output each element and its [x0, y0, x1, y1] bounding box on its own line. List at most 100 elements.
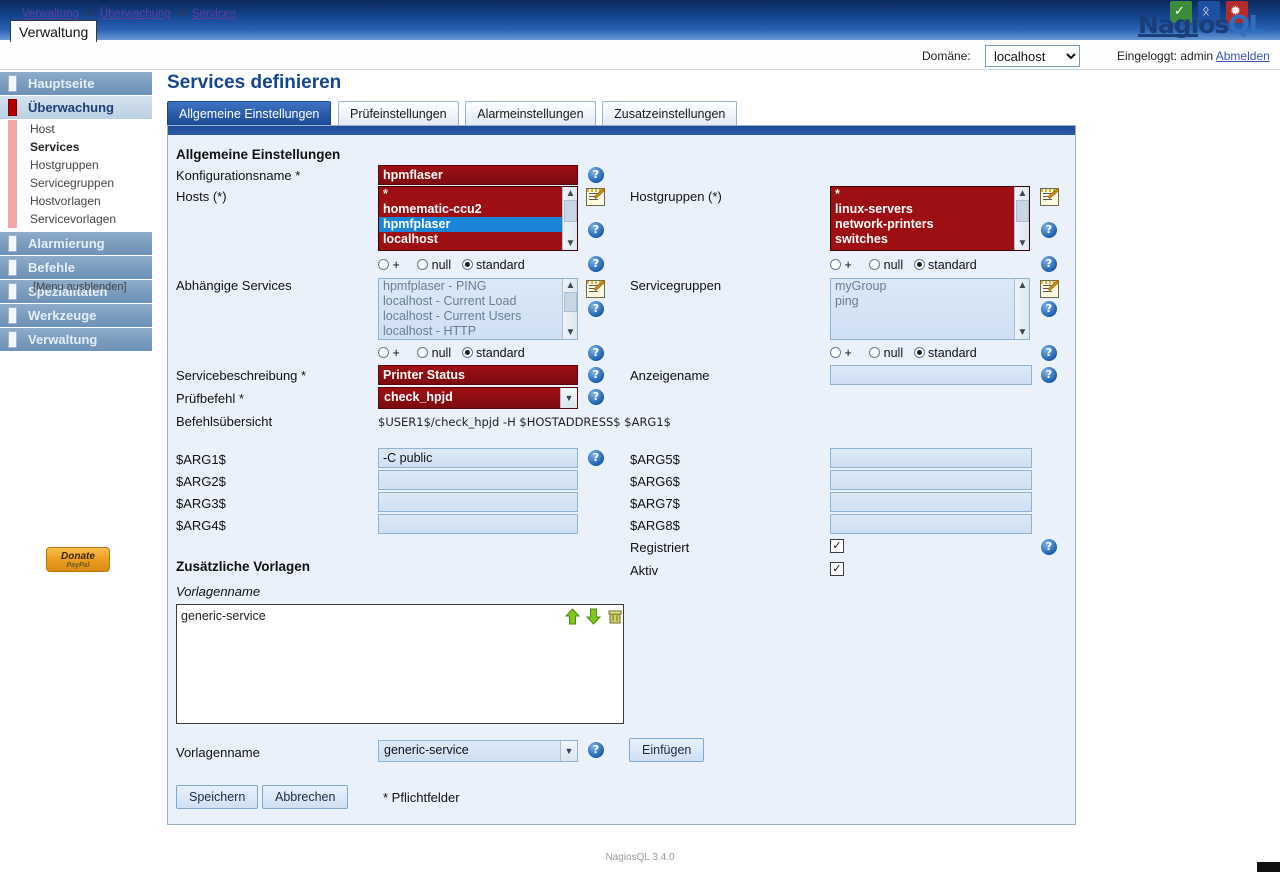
hostgroups-listbox[interactable]: * linux-servers network-printers switche…	[830, 186, 1030, 251]
arg3-input[interactable]	[378, 492, 578, 512]
help-icon-servicegroups[interactable]: ?	[1041, 301, 1057, 317]
edit-hosts-icon[interactable]	[586, 188, 605, 206]
edit-servicegroups-icon[interactable]	[1040, 280, 1059, 298]
breadcrumb-item-0[interactable]: Verwaltung	[22, 8, 79, 20]
scroll-up-icon[interactable]: ▲	[565, 280, 576, 291]
move-down-icon[interactable]	[586, 608, 601, 625]
check-command-select[interactable]: check_hpjd ▼	[378, 387, 578, 409]
hostgroups-option-0[interactable]: *	[831, 187, 1029, 202]
hide-menu-link[interactable]: [Menu ausblenden]	[33, 281, 127, 293]
breadcrumb-item-1[interactable]: Überwachung	[100, 8, 171, 20]
dependent-option-3[interactable]: localhost - HTTP	[379, 324, 577, 339]
dependent-services-listbox[interactable]: hpmfplaser - PING localhost - Current Lo…	[378, 278, 578, 340]
sidebar-item-ueberwachung[interactable]: Überwachung	[0, 96, 152, 119]
window-tab[interactable]: Verwaltung	[10, 20, 97, 42]
help-icon-hostgroups[interactable]: ?	[1041, 222, 1057, 238]
delete-template-icon[interactable]	[607, 609, 623, 625]
sidebar-item-servicegruppen[interactable]: Servicegruppen	[0, 174, 152, 192]
arg6-input[interactable]	[830, 470, 1032, 490]
dependent-option-1[interactable]: localhost - Current Load	[379, 294, 577, 309]
tab-allgemeine-einstellungen[interactable]: Allgemeine Einstellungen	[167, 101, 331, 125]
scrollbar-thumb[interactable]	[564, 292, 577, 312]
sidebar-item-verwaltung[interactable]: Verwaltung	[0, 328, 152, 351]
sidebar-item-services[interactable]: Services	[0, 138, 152, 156]
arg5-input[interactable]	[830, 448, 1032, 468]
einfuegen-button[interactable]: Einfügen	[629, 738, 704, 762]
help-icon-arg1[interactable]: ?	[588, 450, 604, 466]
scroll-up-icon[interactable]: ▲	[1017, 280, 1028, 291]
move-up-icon[interactable]	[565, 608, 580, 625]
arg8-input[interactable]	[830, 514, 1032, 534]
scroll-down-icon[interactable]: ▼	[565, 238, 576, 249]
config-name-input[interactable]	[378, 165, 578, 185]
breadcrumb-item-2[interactable]: Services	[192, 8, 236, 20]
help-icon-check-command[interactable]: ?	[588, 389, 604, 405]
scrollbar-thumb[interactable]	[1016, 200, 1029, 222]
domain-select[interactable]: localhost	[985, 45, 1080, 67]
radio-plus-hosts[interactable]	[378, 259, 389, 270]
servicegroups-listbox[interactable]: myGroup ping ▲ ▼	[830, 278, 1030, 340]
hosts-listbox-scrollbar[interactable]: ▲ ▼	[562, 187, 577, 250]
help-icon-hosts[interactable]: ?	[588, 222, 604, 238]
scroll-down-icon[interactable]: ▼	[565, 327, 576, 338]
radio-null-hosts[interactable]	[417, 259, 428, 270]
hosts-option-3[interactable]: localhost	[379, 232, 577, 247]
hostgroups-option-2[interactable]: network-printers	[831, 217, 1029, 232]
hosts-mode-radiogroup[interactable]: + null standard	[378, 258, 525, 272]
help-icon-registriert[interactable]: ?	[1041, 539, 1057, 555]
donate-paypal-button[interactable]: Donate PayPal	[46, 547, 110, 572]
radio-plus-hostgroups[interactable]	[830, 259, 841, 270]
radio-standard-dependent[interactable]	[462, 347, 473, 358]
hosts-option-1[interactable]: homematic-ccu2	[379, 202, 577, 217]
radio-plus-dependent[interactable]	[378, 347, 389, 358]
sidebar-item-alarmierung[interactable]: Alarmierung	[0, 232, 152, 255]
scroll-up-icon[interactable]: ▲	[1017, 188, 1028, 199]
help-icon-hosts-mode[interactable]: ?	[588, 256, 604, 272]
help-icon-hostgroups-mode[interactable]: ?	[1041, 256, 1057, 272]
help-icon-servicegroups-mode[interactable]: ?	[1041, 345, 1057, 361]
hosts-listbox[interactable]: * homematic-ccu2 hpmfplaser localhost ▲ …	[378, 186, 578, 251]
help-icon-dependent-services[interactable]: ?	[588, 301, 604, 317]
help-icon-template-name[interactable]: ?	[588, 742, 604, 758]
template-name-select[interactable]: generic-service ▼	[378, 740, 578, 762]
servicegroups-scrollbar[interactable]: ▲ ▼	[1014, 279, 1029, 339]
scroll-up-icon[interactable]: ▲	[565, 188, 576, 199]
sidebar-item-servicevorlagen[interactable]: Servicevorlagen	[0, 210, 152, 228]
hostgroups-option-1[interactable]: linux-servers	[831, 202, 1029, 217]
hostgroups-mode-radiogroup[interactable]: + null standard	[830, 258, 977, 272]
tab-pruefeinstellungen[interactable]: Prüfeinstellungen	[338, 101, 459, 125]
hostgroups-option-3[interactable]: switches	[831, 232, 1029, 247]
logout-link[interactable]: Abmelden	[1216, 49, 1270, 63]
radio-null-dependent[interactable]	[417, 347, 428, 358]
arg4-input[interactable]	[378, 514, 578, 534]
servicegroups-option-1[interactable]: ping	[831, 294, 1029, 309]
save-button[interactable]: Speichern	[176, 785, 258, 809]
tab-zusatzeinstellungen[interactable]: Zusatzeinstellungen	[602, 101, 737, 125]
tab-alarmeinstellungen[interactable]: Alarmeinstellungen	[465, 101, 595, 125]
scroll-down-icon[interactable]: ▼	[1017, 238, 1028, 249]
aktiv-checkbox[interactable]: ✓	[830, 562, 844, 576]
dependent-services-scrollbar[interactable]: ▲ ▼	[562, 279, 577, 339]
scrollbar-thumb[interactable]	[564, 200, 577, 222]
dependent-option-0[interactable]: hpmfplaser - PING	[379, 279, 577, 294]
chevron-down-icon[interactable]: ▼	[560, 388, 577, 408]
sidebar-item-befehle[interactable]: Befehle	[0, 256, 152, 279]
radio-null-hostgroups[interactable]	[869, 259, 880, 270]
sidebar-item-hostgruppen[interactable]: Hostgruppen	[0, 156, 152, 174]
radio-standard-hosts[interactable]	[462, 259, 473, 270]
arg2-input[interactable]	[378, 470, 578, 490]
sidebar-item-hauptseite[interactable]: Hauptseite	[0, 72, 152, 95]
servicegroups-mode-radiogroup[interactable]: + null standard	[830, 346, 977, 360]
arg1-input[interactable]	[378, 448, 578, 468]
hosts-option-0[interactable]: *	[379, 187, 577, 202]
registriert-checkbox[interactable]: ✓	[830, 539, 844, 553]
scroll-down-icon[interactable]: ▼	[1017, 327, 1028, 338]
service-description-input[interactable]	[378, 365, 578, 385]
help-icon-config-name[interactable]: ?	[588, 167, 604, 183]
hosts-option-2[interactable]: hpmfplaser	[379, 217, 577, 232]
hostgroups-listbox-scrollbar[interactable]: ▲ ▼	[1014, 187, 1029, 250]
edit-hostgroups-icon[interactable]	[1040, 188, 1059, 206]
edit-dependent-services-icon[interactable]	[586, 280, 605, 298]
radio-null-servicegroups[interactable]	[869, 347, 880, 358]
sidebar-item-host[interactable]: Host	[0, 120, 152, 138]
